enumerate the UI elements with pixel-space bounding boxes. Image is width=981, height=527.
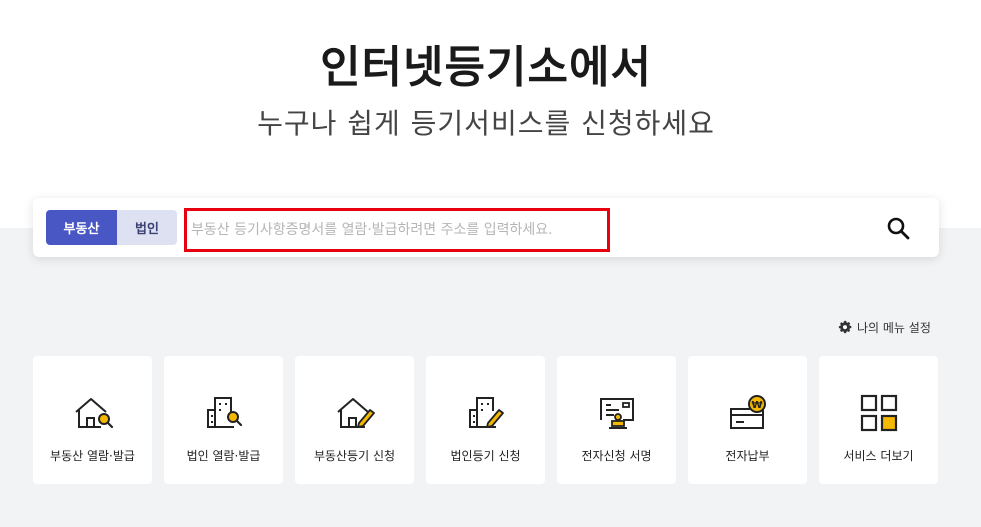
card-more-services[interactable]: 서비스 더보기 <box>819 356 938 484</box>
building-pen-icon <box>468 397 504 428</box>
house-search-icon <box>74 398 113 429</box>
search-button[interactable] <box>885 215 911 241</box>
card-label: 서비스 더보기 <box>843 449 914 463</box>
card-electronic-payment[interactable]: ₩ 전자납부 <box>688 356 807 484</box>
card-electronic-signature[interactable]: 전자신청 서명 <box>557 356 676 484</box>
page-subtitle: 누구나 쉽게 등기서비스를 신청하세요 <box>257 107 715 140</box>
search-icon <box>887 217 910 240</box>
search-bar: 부동산 법인 <box>33 198 939 257</box>
card-label: 부동산 열람·발급 <box>50 449 135 463</box>
building-search-icon <box>206 397 242 428</box>
card-corporation-registration[interactable]: 법인등기 신청 <box>426 356 545 484</box>
won-payment-icon: ₩ <box>729 395 766 429</box>
svg-text:₩: ₩ <box>751 400 762 411</box>
tab-corporation[interactable]: 법인 <box>117 210 177 245</box>
quick-menu: 부동산 열람·발급 법인 열람·발급 부동산등기 신청 법인등기 신청 전자신청… <box>33 356 938 484</box>
tab-real-estate[interactable]: 부동산 <box>46 210 117 245</box>
document-stamp-icon <box>599 398 634 429</box>
page-title: 인터넷등기소에서 <box>320 42 652 93</box>
grid-more-icon <box>860 394 897 432</box>
address-search-input[interactable] <box>184 208 610 252</box>
gear-icon <box>838 320 852 334</box>
my-menu-settings-label: 나의 메뉴 설정 <box>857 320 931 335</box>
card-label: 전자납부 <box>725 449 770 463</box>
card-corporation-view[interactable]: 법인 열람·발급 <box>164 356 283 484</box>
my-menu-settings-button[interactable]: 나의 메뉴 설정 <box>838 318 931 336</box>
card-label: 전자신청 서명 <box>581 449 652 463</box>
card-label: 법인등기 신청 <box>450 449 521 463</box>
card-label: 법인 열람·발급 <box>186 449 261 463</box>
card-label: 부동산등기 신청 <box>313 449 396 463</box>
search-type-toggle: 부동산 법인 <box>46 210 177 245</box>
house-pen-icon <box>336 398 375 428</box>
card-real-estate-registration[interactable]: 부동산등기 신청 <box>295 356 414 484</box>
card-real-estate-view[interactable]: 부동산 열람·발급 <box>33 356 152 484</box>
